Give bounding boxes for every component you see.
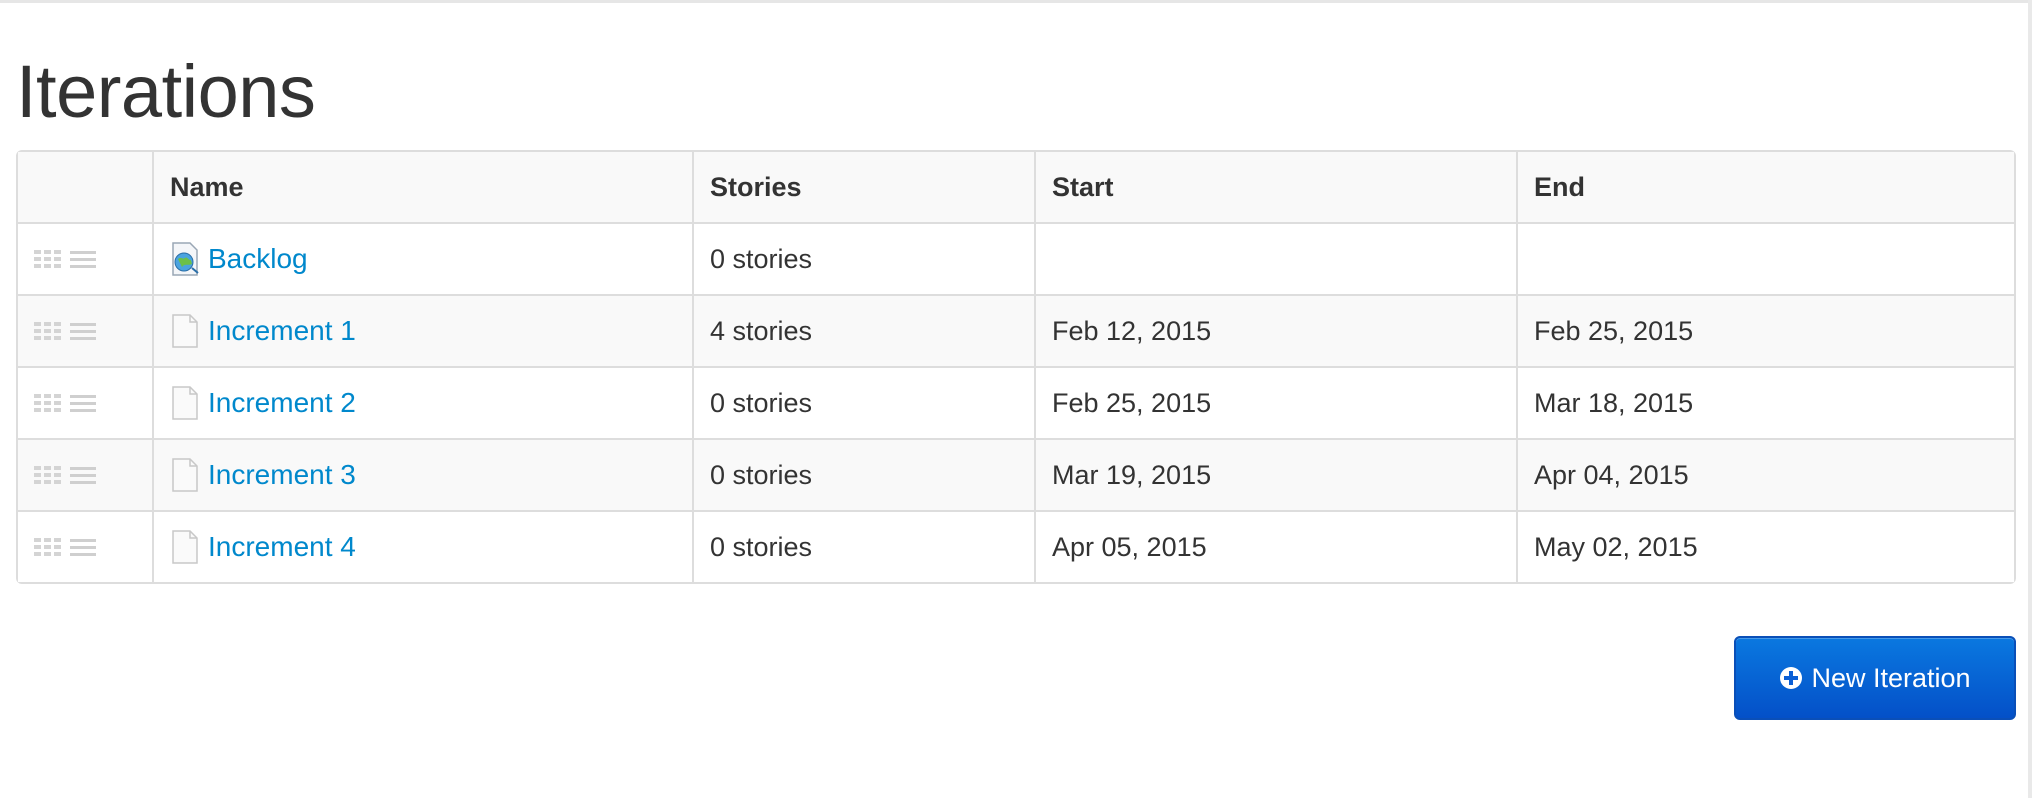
row-name-cell: Increment 3 [152,438,692,510]
iteration-link[interactable]: Increment 2 [208,387,356,419]
row-stories-cell: 0 stories [692,222,1034,294]
drag-grid-icon[interactable] [34,249,62,269]
plus-circle-icon [1780,667,1803,689]
row-name-cell: Increment 2 [152,366,692,438]
table-header-row: Name Stories Start End [18,152,2014,222]
column-header-start: Start [1034,152,1516,222]
row-start-cell: Apr 05, 2015 [1034,510,1516,582]
row-name-cell: Increment 4 [152,510,692,582]
row-handle-cell [18,222,152,294]
page-title: Iterations [16,50,316,133]
row-end-cell: May 02, 2015 [1516,510,2014,582]
column-header-name: Name [152,152,692,222]
row-start-cell: Feb 25, 2015 [1034,366,1516,438]
drag-grid-icon[interactable] [34,537,62,557]
right-scroll-edge [2028,0,2032,798]
row-start-cell [1034,222,1516,294]
column-header-end: End [1516,152,2014,222]
row-stories-cell: 0 stories [692,510,1034,582]
iteration-link-backlog[interactable]: Backlog [208,243,308,275]
row-start-cell: Feb 12, 2015 [1034,294,1516,366]
row-end-cell: Apr 04, 2015 [1516,438,2014,510]
backlog-globe-icon [172,242,199,276]
drag-handle-icon[interactable] [70,537,96,557]
top-border [0,0,2028,3]
document-icon [172,314,198,348]
row-start-cell: Mar 19, 2015 [1034,438,1516,510]
row-handle-cell [18,294,152,366]
table-row: Increment 1 4 stories Feb 12, 2015 Feb 2… [18,294,2014,366]
drag-grid-icon[interactable] [34,465,62,485]
drag-handle-icon[interactable] [70,249,96,269]
row-handle-cell [18,510,152,582]
new-iteration-button[interactable]: New Iteration [1734,636,2016,720]
row-name-cell: Increment 1 [152,294,692,366]
row-name-cell: Backlog [152,222,692,294]
column-header-stories: Stories [692,152,1034,222]
table-row: Increment 3 0 stories Mar 19, 2015 Apr 0… [18,438,2014,510]
drag-handle-icon[interactable] [70,465,96,485]
document-icon [172,386,198,420]
iteration-link[interactable]: Increment 4 [208,531,356,563]
iteration-link[interactable]: Increment 3 [208,459,356,491]
document-icon [172,458,198,492]
drag-grid-icon[interactable] [34,393,62,413]
row-stories-cell: 0 stories [692,438,1034,510]
row-end-cell: Feb 25, 2015 [1516,294,2014,366]
new-iteration-label: New Iteration [1811,662,1971,693]
document-icon [172,530,198,564]
drag-handle-icon[interactable] [70,321,96,341]
row-stories-cell: 0 stories [692,366,1034,438]
table-row: Backlog 0 stories [18,222,2014,294]
row-end-cell: Mar 18, 2015 [1516,366,2014,438]
table-row: Increment 4 0 stories Apr 05, 2015 May 0… [18,510,2014,582]
drag-handle-icon[interactable] [70,393,96,413]
iteration-link[interactable]: Increment 1 [208,315,356,347]
row-stories-cell: 4 stories [692,294,1034,366]
drag-grid-icon[interactable] [34,321,62,341]
iterations-table: Name Stories Start End Backlog 0 stories… [16,150,2016,584]
column-header-handle [18,152,152,222]
row-handle-cell [18,366,152,438]
table-row: Increment 2 0 stories Feb 25, 2015 Mar 1… [18,366,2014,438]
row-handle-cell [18,438,152,510]
row-end-cell [1516,222,2014,294]
